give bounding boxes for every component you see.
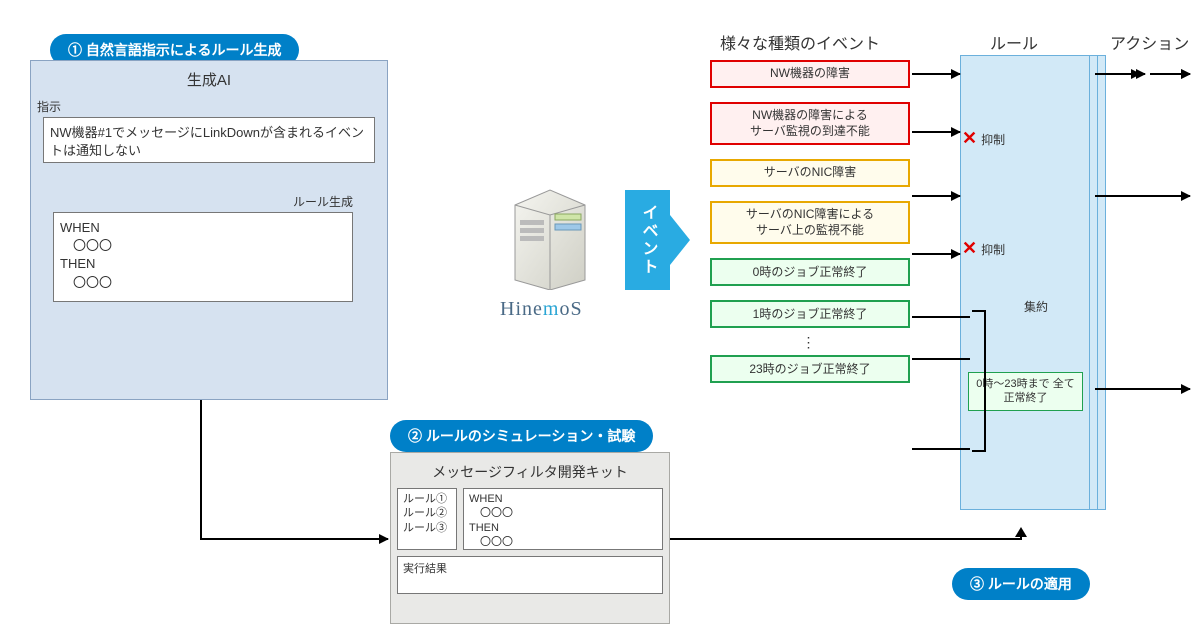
arrow-up-icon (1015, 527, 1027, 537)
ai-title: 生成AI (31, 61, 387, 98)
arrow-action-1 (1095, 73, 1145, 75)
line (912, 358, 970, 360)
event-job-0: 0時のジョブ正常終了 (710, 258, 910, 286)
header-events: 様々な種類のイベント (720, 30, 880, 54)
instruction-box: NW機器#1でメッセージにLinkDownが含まれるイベントは通知しない (43, 117, 375, 163)
connector (200, 400, 202, 540)
arrow-icon (912, 253, 960, 255)
suppress-label-1: 抑制 (981, 133, 1005, 147)
rule-content: ✕ 抑制 ✕ 抑制 集約 (962, 72, 1090, 342)
event-job-1: 1時のジョブ正常終了 (710, 300, 910, 328)
panel-generative-ai: 生成AI 指示 NW機器#1でメッセージにLinkDownが含まれるイベントは通… (30, 60, 388, 400)
event-label: イベント (636, 204, 660, 276)
event-nw-failure: NW機器の障害 (710, 60, 910, 88)
hinemos-logo: HinemoS (500, 298, 583, 321)
arrow-icon (1095, 195, 1190, 197)
x-icon: ✕ (962, 238, 977, 258)
arrow-icon (912, 131, 960, 133)
events-list: NW機器の障害 NW機器の障害による サーバ監視の到達不能 サーバのNIC障害 … (710, 60, 910, 397)
arrow-icon (1095, 388, 1190, 390)
arrow-out-1 (1150, 73, 1190, 75)
header-action: アクション (1110, 30, 1189, 54)
callout-2: ② ルールのシミュレーション・試験 (390, 420, 653, 452)
event-job-23: 23時のジョブ正常終了 (710, 355, 910, 383)
rulegen-box: WHEN 〇〇〇 THEN 〇〇〇 (53, 212, 353, 302)
instruction-label: 指示 (31, 98, 387, 115)
x-icon: ✕ (962, 128, 977, 148)
event-arrow: イベント (625, 190, 685, 290)
arrow-icon (912, 195, 960, 197)
devkit-rules-list: ルール① ルール② ルール③ (397, 488, 457, 550)
aggregate-label: 集約 (962, 298, 1090, 342)
suppress-label-2: 抑制 (981, 243, 1005, 257)
ellipsis-icon: ⋮ (710, 334, 910, 351)
line (912, 448, 970, 450)
event-nic-unmonitorable: サーバのNIC障害による サーバ上の監視不能 (710, 201, 910, 244)
devkit-result: 実行結果 (397, 556, 663, 594)
rulegen-label: ルール生成 (31, 193, 387, 210)
devkit-title: メッセージフィルタ開発キット (397, 459, 663, 488)
panel-dev-kit: メッセージフィルタ開発キット ルール① ルール② ルール③ WHEN 〇〇〇 T… (390, 452, 670, 624)
connector (200, 538, 388, 540)
event-nic-failure: サーバのNIC障害 (710, 159, 910, 187)
devkit-rule-body: WHEN 〇〇〇 THEN 〇〇〇 (463, 488, 663, 550)
arrow-icon (912, 73, 960, 75)
server-icon (510, 180, 590, 290)
callout-3: ③ ルールの適用 (952, 568, 1090, 600)
connector (670, 538, 1020, 540)
event-nw-unreachable: NW機器の障害による サーバ監視の到達不能 (710, 102, 910, 145)
header-rule: ルール (990, 30, 1038, 54)
